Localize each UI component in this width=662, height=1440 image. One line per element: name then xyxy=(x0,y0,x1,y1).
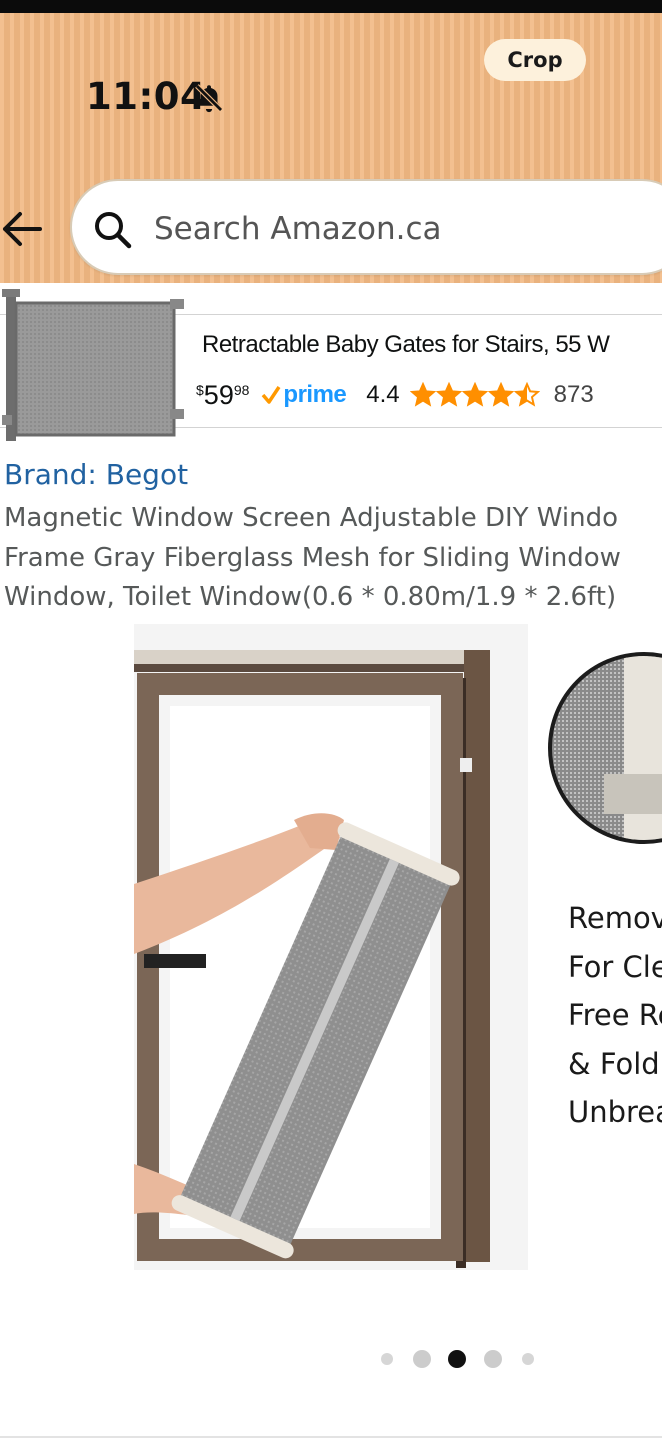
star-full-icon xyxy=(487,382,514,407)
top-edge xyxy=(0,0,662,13)
pagination-dot[interactable] xyxy=(413,1350,431,1368)
product-image-gallery[interactable]: Remov For Cle Free Re & Fold Unbrea xyxy=(134,624,662,1270)
image-pagination xyxy=(0,1346,662,1372)
status-time: 11:04 xyxy=(86,75,207,118)
caption-line: Unbrea xyxy=(568,1095,662,1129)
star-half-icon xyxy=(513,382,540,407)
caption-line: Remov xyxy=(568,901,662,935)
back-arrow-icon[interactable] xyxy=(0,209,46,249)
prime-check-icon xyxy=(262,386,281,404)
star-full-icon xyxy=(435,382,462,407)
sponsored-product-banner[interactable]: Retractable Baby Gates for Stairs, 55 W … xyxy=(0,289,662,441)
search-icon xyxy=(95,212,132,249)
product-title-line: Frame Gray Fiberglass Mesh for Sliding W… xyxy=(4,542,621,573)
price-currency: $ xyxy=(196,382,204,398)
pagination-dot-active[interactable] xyxy=(448,1350,466,1368)
brand-link[interactable]: Brand: Begot xyxy=(4,458,188,491)
crop-button[interactable]: Crop xyxy=(484,39,586,81)
banner-meta-row: $ 59 98 prime 4.4 873 xyxy=(196,377,594,413)
bell-off-icon xyxy=(195,84,223,113)
app-header: Crop 11:04 xyxy=(0,13,662,283)
caption-line: For Cle xyxy=(568,949,662,984)
price: $ 59 98 xyxy=(196,380,249,410)
caption-line: & Fold xyxy=(568,1046,660,1081)
star-full-icon xyxy=(461,382,488,407)
baby-gate-image xyxy=(2,289,184,441)
star-rating xyxy=(409,382,540,408)
review-count[interactable]: 873 xyxy=(554,381,594,409)
prime-badge: prime xyxy=(261,381,347,409)
pagination-dot[interactable] xyxy=(484,1350,502,1368)
product-title: Magnetic Window Screen Adjustable DIY Wi… xyxy=(4,499,662,618)
pagination-dot[interactable] xyxy=(381,1353,393,1365)
banner-product-title[interactable]: Retractable Baby Gates for Stairs, 55 W xyxy=(202,331,662,359)
price-whole: 59 xyxy=(203,380,234,410)
rating-value: 4.4 xyxy=(366,381,400,408)
pagination-dot[interactable] xyxy=(522,1353,534,1365)
star-full-icon xyxy=(409,382,436,407)
caption-line: Free Re xyxy=(568,998,662,1032)
search-input[interactable] xyxy=(154,201,654,257)
product-title-line: Window, Toilet Window(0.6 * 0.80m/1.9 * … xyxy=(4,582,617,612)
search-bar[interactable] xyxy=(70,179,662,275)
prime-label: prime xyxy=(283,381,347,408)
image-caption: Remov For Cle Free Re & Fold Unbrea xyxy=(568,894,662,1137)
divider xyxy=(0,1436,662,1438)
price-fraction: 98 xyxy=(233,382,250,398)
product-title-line: Magnetic Window Screen Adjustable DIY Wi… xyxy=(4,503,619,533)
